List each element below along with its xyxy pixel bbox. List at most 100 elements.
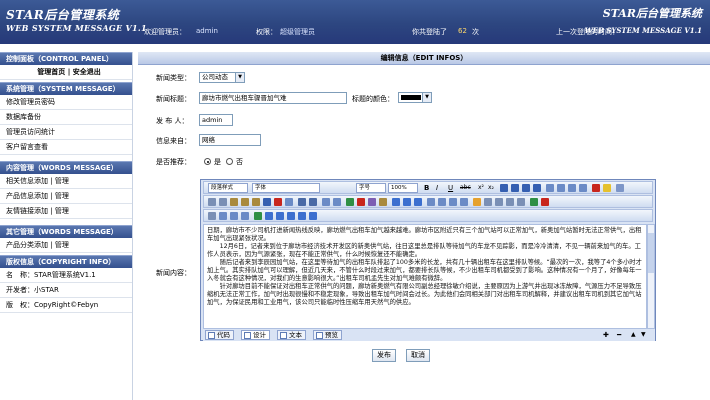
highlight-icon[interactable] <box>603 184 611 192</box>
title-color-select[interactable]: ▼ <box>398 92 432 103</box>
align-center-icon[interactable] <box>511 184 519 192</box>
sidebar-item-change-password[interactable]: 修改管理员密码 <box>0 95 132 110</box>
undo-icon[interactable] <box>298 198 306 206</box>
rights-label: 版 权： <box>6 301 34 309</box>
manage-link-link[interactable]: 管理 <box>55 207 69 215</box>
table-cell-icon[interactable] <box>460 198 468 206</box>
print-icon[interactable] <box>530 198 538 206</box>
manage-info-link[interactable]: 管理 <box>55 177 69 185</box>
outdent-icon[interactable] <box>568 184 576 192</box>
media-icon[interactable] <box>368 198 376 206</box>
align-right-icon[interactable] <box>522 184 530 192</box>
copy-icon[interactable] <box>219 198 227 206</box>
tab-design[interactable]: 设计 <box>241 330 270 340</box>
time-icon[interactable] <box>517 198 525 206</box>
align-justify-icon[interactable] <box>533 184 541 192</box>
add-link-link[interactable]: 友情链接添加 <box>6 207 48 215</box>
editor-content[interactable]: 日期，廊坊市不少司机打进新闻热线反映，廊坊燃气出租车加气越来越难。廊坊市区附近只… <box>203 224 647 329</box>
image-icon[interactable] <box>346 198 354 206</box>
bold-icon[interactable]: B <box>424 184 429 192</box>
scrollbar-thumb[interactable] <box>648 233 654 273</box>
zoom-select[interactable]: 100% <box>388 183 418 193</box>
recommend-yes-radio[interactable] <box>204 158 211 165</box>
editor-scrollbar[interactable] <box>647 224 655 329</box>
sidebar-item-messages[interactable]: 客户留言查看 <box>0 140 132 155</box>
align-left-icon[interactable] <box>500 184 508 192</box>
paste-text-icon[interactable] <box>241 198 249 206</box>
copyright-developer: 开发者：小STAR <box>0 283 132 298</box>
add-category-link[interactable]: 产品分类添加 <box>6 241 48 249</box>
ordered-list-icon[interactable] <box>546 184 554 192</box>
font-color-icon[interactable] <box>592 184 600 192</box>
strikethrough-icon[interactable]: abc <box>460 184 471 192</box>
remove-format-icon[interactable] <box>333 198 341 206</box>
layer-icon[interactable] <box>241 212 249 220</box>
textbox-icon[interactable] <box>309 212 317 220</box>
anchor-icon[interactable] <box>414 198 422 206</box>
italic-icon[interactable]: I <box>436 184 438 192</box>
recommend-no-label: 否 <box>236 158 243 166</box>
delete-icon[interactable] <box>274 198 282 206</box>
button-icon[interactable] <box>276 212 284 220</box>
home-link[interactable]: 管理首页 <box>37 68 65 76</box>
superscript-icon[interactable]: x² <box>478 184 484 192</box>
expand-down-icon[interactable]: ▼ <box>641 330 646 340</box>
form-icon[interactable] <box>265 212 273 220</box>
date-icon[interactable] <box>506 198 514 206</box>
underline-icon[interactable]: U <box>448 184 453 192</box>
manage-product-link[interactable]: 管理 <box>55 192 69 200</box>
table-row-icon[interactable] <box>438 198 446 206</box>
tab-text[interactable]: 文本 <box>277 330 306 340</box>
special-char-icon[interactable] <box>484 198 492 206</box>
indent-icon[interactable] <box>579 184 587 192</box>
box-icon[interactable] <box>230 212 238 220</box>
paste-icon[interactable] <box>230 198 238 206</box>
other-management-header: 其它管理（WORDS MESSAGE） <box>0 225 132 238</box>
link-icon[interactable] <box>392 198 400 206</box>
help-icon[interactable] <box>541 198 549 206</box>
add-info-link[interactable]: 相关信息添加 <box>6 177 48 185</box>
table-col-icon[interactable] <box>449 198 457 206</box>
unordered-list-icon[interactable] <box>557 184 565 192</box>
news-title-input[interactable]: 廊坊市燃气出租车骤晋加气难 <box>199 92 347 104</box>
sidebar-item-visit-stats[interactable]: 管理员访问统计 <box>0 125 132 140</box>
paragraph-style-select[interactable]: 段落样式 <box>208 183 248 193</box>
source-input[interactable]: 网络 <box>199 134 261 146</box>
add-product-link[interactable]: 产品信息添加 <box>6 192 48 200</box>
redo-icon[interactable] <box>309 198 317 206</box>
tab-preview[interactable]: 预览 <box>313 330 342 340</box>
marquee-icon[interactable] <box>254 212 262 220</box>
select-all-icon[interactable] <box>285 198 293 206</box>
zoom-value: 100% <box>391 185 407 191</box>
fullscreen-icon[interactable] <box>616 184 624 192</box>
sidebar-item-db-backup[interactable]: 数据库备份 <box>0 110 132 125</box>
subscript-icon[interactable]: x₂ <box>488 184 494 192</box>
template-icon[interactable] <box>219 212 227 220</box>
cut-icon[interactable] <box>208 198 216 206</box>
emoticon-icon[interactable] <box>473 198 481 206</box>
tab-code[interactable]: 代码 <box>205 330 234 340</box>
font-select[interactable]: 字体 <box>252 183 320 193</box>
logout-link[interactable]: 安全退出 <box>73 68 101 76</box>
expand-up-icon[interactable]: ▲ <box>631 330 636 340</box>
author-input[interactable]: admin <box>199 114 233 126</box>
expand-editor-icon[interactable]: ✚ <box>603 330 609 340</box>
table-icon[interactable] <box>427 198 435 206</box>
radio-icon[interactable] <box>298 212 306 220</box>
cancel-button[interactable]: 取消 <box>406 349 430 362</box>
source-icon[interactable] <box>208 212 216 220</box>
unlink-icon[interactable] <box>403 198 411 206</box>
find-icon[interactable] <box>263 198 271 206</box>
horizontal-rule-icon[interactable] <box>495 198 503 206</box>
recommend-no-radio[interactable] <box>226 158 233 165</box>
manage-category-link[interactable]: 管理 <box>55 241 69 249</box>
clear-format-icon[interactable] <box>322 198 330 206</box>
paste-word-icon[interactable] <box>252 198 260 206</box>
checkbox-icon[interactable] <box>287 212 295 220</box>
font-size-select[interactable]: 字号 <box>356 183 386 193</box>
news-type-select[interactable]: 公司动态 ▼ <box>199 72 245 83</box>
submit-button[interactable]: 发布 <box>372 349 396 362</box>
shrink-editor-icon[interactable]: ━ <box>617 330 621 340</box>
flash-icon[interactable] <box>357 198 365 206</box>
file-icon[interactable] <box>379 198 387 206</box>
